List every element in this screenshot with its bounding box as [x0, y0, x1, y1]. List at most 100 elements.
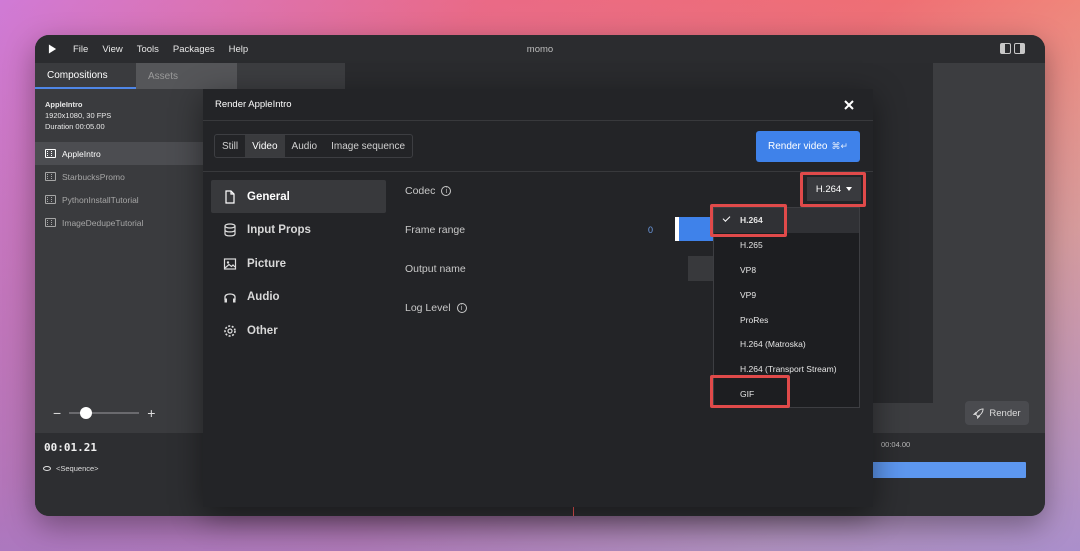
composition-item-label: StarbucksPromo — [62, 171, 125, 182]
segment-audio[interactable]: Audio — [285, 135, 325, 157]
composition-item[interactable]: ImageDedupeTutorial — [35, 211, 203, 234]
zoom-slider[interactable] — [69, 407, 140, 419]
nav-item-input-props[interactable]: Input Props — [211, 214, 386, 247]
render-video-shortcut: ⌘↵ — [831, 141, 849, 151]
composition-name: AppleIntro — [45, 100, 83, 109]
film-icon — [45, 149, 56, 158]
render-button[interactable]: Render — [965, 401, 1029, 425]
toggle-right-panel-icon[interactable] — [1014, 43, 1025, 54]
frame-range-row: Frame range — [405, 224, 465, 236]
nav-item-label: Audio — [247, 291, 280, 303]
composition-item-label: AppleIntro — [62, 148, 101, 159]
sidebar-tabs: Compositions Assets — [35, 63, 237, 89]
composition-item[interactable]: StarbucksPromo — [35, 165, 203, 188]
frame-range-label: Frame range — [405, 224, 466, 236]
output-name-label: Output name — [405, 263, 466, 275]
menu-list: File View Tools Packages Help — [73, 44, 248, 55]
composition-item-label: PythonInstallTutorial — [62, 194, 139, 205]
segment-image-sequence[interactable]: Image sequence — [324, 135, 412, 157]
nav-item-label: Other — [247, 324, 278, 337]
composition-item[interactable]: AppleIntro — [35, 142, 203, 165]
render-modal: Render AppleIntro Still Video Audio Imag… — [203, 89, 873, 507]
codec-option[interactable]: VP8 — [714, 258, 859, 283]
nav-item-picture[interactable]: Picture — [211, 247, 386, 280]
codec-label: Codec — [405, 185, 436, 197]
composition-item-label: ImageDedupeTutorial — [62, 217, 144, 228]
film-icon — [45, 218, 56, 227]
play-logo-icon — [48, 44, 57, 54]
playhead-marker[interactable] — [573, 507, 574, 516]
codec-option-label: VP8 — [740, 264, 757, 275]
sequence-track-label: <Sequence> — [43, 464, 99, 473]
composition-list: AppleIntro StarbucksPromo PythonInstallT… — [35, 142, 203, 234]
composition-item[interactable]: PythonInstallTutorial — [35, 188, 203, 211]
codec-row: Codec i — [405, 185, 452, 197]
highlight-box-codec — [800, 172, 866, 207]
output-name-row: Output name — [405, 263, 466, 275]
codec-option-label: H.264 (Transport Stream) — [740, 364, 837, 375]
current-time: 00:01.21 — [44, 441, 97, 454]
film-icon — [45, 172, 56, 181]
highlight-box-h264 — [710, 204, 787, 237]
codec-option-label: VP9 — [740, 289, 757, 300]
composition-info: AppleIntro 1920x1080, 30 FPS Duration 00… — [35, 89, 203, 132]
zoom-control: − + — [53, 405, 155, 421]
frame-range-slider[interactable] — [675, 217, 715, 241]
ruler-time: 00:04.00 — [881, 440, 911, 449]
nav-item-label: General — [247, 190, 290, 203]
modal-title: Render AppleIntro — [215, 99, 292, 110]
nav-item-other[interactable]: Other — [211, 314, 386, 347]
menu-help[interactable]: Help — [229, 44, 249, 55]
sequence-bar[interactable] — [871, 462, 1026, 478]
nav-item-label: Picture — [247, 257, 286, 270]
render-type-segmented-control: Still Video Audio Image sequence — [214, 134, 414, 158]
image-icon — [223, 257, 237, 270]
close-icon[interactable] — [842, 98, 856, 112]
eye-icon[interactable] — [43, 466, 51, 471]
composition-spec: 1920x1080, 30 FPS — [45, 111, 112, 120]
log-level-label: Log Level — [405, 302, 451, 314]
log-level-row: Log Level i — [405, 302, 467, 314]
info-icon[interactable]: i — [441, 186, 452, 196]
settings-nav: General Input Props Picture Audio Other — [211, 180, 386, 348]
headphones-icon — [224, 293, 236, 303]
menu-view[interactable]: View — [102, 44, 122, 55]
toggle-left-panel-icon[interactable] — [1000, 43, 1011, 54]
codec-option-label: ProRes — [740, 314, 769, 325]
output-name-input[interactable] — [688, 256, 715, 281]
zoom-out-button[interactable]: − — [53, 405, 61, 421]
info-icon[interactable]: i — [456, 303, 467, 313]
nav-item-general[interactable]: General — [211, 180, 386, 213]
film-icon — [45, 195, 56, 204]
menu-tools[interactable]: Tools — [137, 44, 159, 55]
rocket-icon — [973, 407, 984, 419]
codec-option[interactable]: H.264 (Matroska) — [714, 332, 859, 357]
menu-file[interactable]: File — [73, 44, 88, 55]
codec-option[interactable]: ProRes — [714, 307, 859, 332]
codec-option-label: H.265 — [740, 240, 763, 251]
menu-packages[interactable]: Packages — [173, 44, 215, 55]
segment-video[interactable]: Video — [245, 135, 285, 157]
zoom-slider-knob[interactable] — [79, 407, 92, 419]
database-icon — [224, 223, 236, 237]
codec-option-label: H.264 (Matroska) — [740, 339, 806, 350]
gear-icon — [224, 324, 236, 337]
menu-bar: File View Tools Packages Help momo — [35, 35, 1045, 63]
highlight-box-gif — [710, 375, 790, 408]
render-button-label: Render — [989, 407, 1021, 419]
tab-compositions[interactable]: Compositions — [35, 63, 136, 89]
composition-duration: Duration 00:05.00 — [45, 122, 105, 131]
render-video-label: Render video — [767, 141, 828, 152]
frame-range-start: 0 — [648, 225, 654, 235]
file-icon — [225, 189, 235, 204]
codec-option[interactable]: VP9 — [714, 282, 859, 307]
layout-toggle-group — [1000, 43, 1025, 54]
nav-item-audio[interactable]: Audio — [211, 281, 386, 314]
zoom-in-button[interactable]: + — [147, 405, 155, 421]
tab-assets[interactable]: Assets — [136, 63, 237, 89]
sequence-label: <Sequence> — [56, 464, 99, 473]
divider — [203, 171, 873, 172]
segment-still[interactable]: Still — [215, 135, 245, 157]
render-video-button[interactable]: Render video ⌘↵ — [756, 131, 860, 162]
nav-item-label: Input Props — [247, 224, 311, 236]
